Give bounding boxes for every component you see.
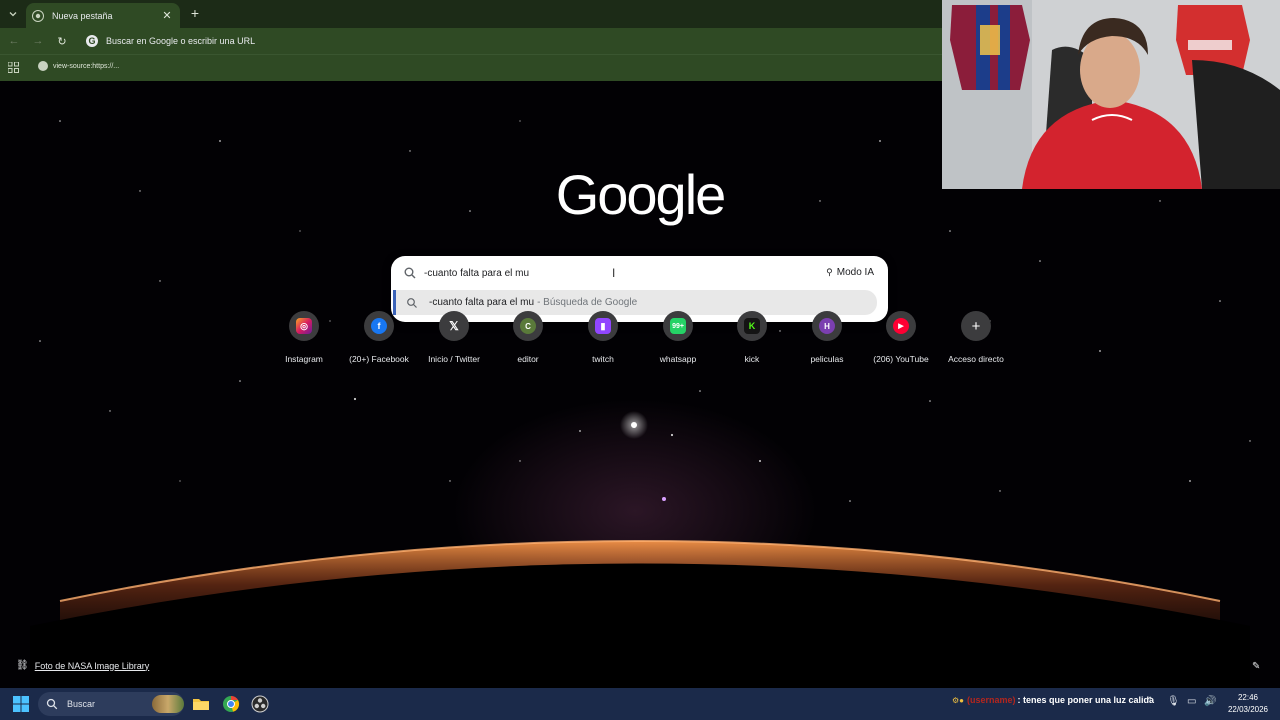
webcam-feed: [942, 0, 1280, 189]
volume-icon[interactable]: 🔊: [1204, 696, 1216, 707]
address-bar-placeholder: Buscar en Google o escribir una URL: [106, 36, 256, 46]
shortcut-label: twitch: [592, 354, 614, 364]
ai-mode-label: Modo IA: [836, 266, 874, 278]
search-icon: [407, 297, 417, 308]
background-credit-link[interactable]: ⛓ Foto de NASA Image Library: [16, 660, 149, 671]
stream-chat-message: ⚙● (username) : tenes que poner una luz …: [952, 693, 1154, 707]
taskbar-search-label: Buscar: [67, 699, 96, 709]
shortcut-icon-bg: ▮: [588, 311, 618, 341]
shortcut-icon-bg: 𝕏: [439, 311, 469, 341]
file-explorer-icon[interactable]: [191, 694, 211, 714]
shortcut-icon-bg: f: [364, 311, 394, 341]
google-logo: Google: [555, 163, 727, 226]
youtube-icon: ▶: [893, 318, 909, 334]
shortcut-facebook[interactable]: f (20+) Facebook: [341, 311, 417, 371]
shortcut-kick[interactable]: K kick: [714, 311, 790, 371]
bookmark-view-source[interactable]: view-source:https://...: [38, 61, 119, 71]
shortcut-label: Instagram: [285, 354, 323, 364]
chevron-up-icon[interactable]: ⌃: [1146, 696, 1154, 707]
shortcut-icon-bg: +: [961, 311, 991, 341]
bookmark-label: view-source:https://...: [53, 62, 120, 70]
shortcut-youtube[interactable]: ▶ (206) YouTube: [863, 311, 939, 371]
shortcut-editor[interactable]: C editor: [490, 311, 566, 371]
shortcut-icon-bg: C: [513, 311, 543, 341]
shortcut-icon-bg: K: [737, 311, 767, 341]
shortcut-label: whatsapp: [659, 354, 697, 364]
google-g-icon: G: [86, 35, 98, 47]
chrome-icon: [32, 9, 44, 22]
windows-start-icon[interactable]: [13, 696, 29, 712]
shortcut-label: (20+) Facebook: [349, 354, 409, 364]
system-clock[interactable]: 22:46 22/03/2026: [1222, 692, 1274, 716]
whatsapp-icon: 99+: [670, 318, 686, 334]
search-highlight-image: [152, 695, 184, 713]
new-tab-button[interactable]: +: [188, 5, 202, 21]
search-icon: [404, 267, 416, 279]
shortcut-icon-bg: ◎: [289, 311, 319, 341]
ai-mode-button[interactable]: ⚲ Modo IA: [820, 262, 880, 282]
chat-badge-icon: ⚙●: [952, 695, 965, 705]
tab-nueva-pestana[interactable]: Nueva pestaña ✕: [26, 3, 180, 28]
microphone-icon[interactable]: 🎙: [1167, 696, 1180, 707]
network-icon[interactable]: ▭: [1187, 696, 1196, 707]
shortcut-label: peliculas: [810, 354, 844, 364]
shortcut-tiles: ◎ Instagram f (20+) Facebook 𝕏 Inicio / …: [266, 311, 1014, 371]
back-arrow-icon[interactable]: ←: [6, 33, 22, 49]
shortcut-icon-bg: 99+: [663, 311, 693, 341]
suggestion-text: -cuanto falta para el mu: [429, 297, 535, 308]
windows-taskbar: Buscar ⚙● (username) : tenes que poner u…: [0, 688, 1280, 720]
shortcut-whatsapp[interactable]: 99+ whatsapp: [640, 311, 716, 371]
shortcut-label: kick: [744, 354, 760, 364]
shortcut-label: Acceso directo: [948, 354, 1004, 364]
letter-c-icon: C: [520, 318, 536, 334]
background-credit-text: Foto de NASA Image Library: [34, 660, 150, 671]
obs-icon[interactable]: [250, 694, 270, 714]
ai-sparkle-search-icon: ⚲: [826, 266, 833, 277]
chrome-icon[interactable]: [221, 694, 241, 714]
letter-h-icon: H: [819, 318, 835, 334]
shortcut-label: Inicio / Twitter: [428, 354, 480, 364]
tab-search-button[interactable]: [4, 5, 22, 23]
shortcut-twitch[interactable]: ▮ twitch: [565, 311, 641, 371]
facebook-icon: f: [371, 318, 387, 334]
shortcut-icon-bg: H: [812, 311, 842, 341]
kick-icon: K: [744, 318, 760, 334]
suggestion-source: - Búsqueda de Google: [537, 297, 638, 308]
shortcut-label: (206) YouTube: [873, 354, 929, 364]
pencil-icon[interactable]: ✎: [1252, 661, 1264, 673]
address-bar[interactable]: G Buscar en Google o escribir una URL: [80, 30, 940, 52]
chat-message-text: : tenes que poner una luz calida: [1017, 695, 1155, 705]
close-tab-icon[interactable]: ✕: [160, 9, 174, 22]
shortcut-peliculas[interactable]: H peliculas: [789, 311, 865, 371]
text-cursor-icon: I: [612, 266, 616, 280]
chevron-down-icon: [9, 12, 17, 17]
shortcut-instagram[interactable]: ◎ Instagram: [266, 311, 342, 371]
shortcut-icon-bg: ▶: [886, 311, 916, 341]
apps-grid-icon[interactable]: [8, 62, 19, 73]
search-icon: [46, 698, 58, 710]
x-icon: 𝕏: [449, 319, 459, 333]
clock-time: 22:46: [1237, 693, 1259, 702]
reload-icon[interactable]: ↻: [54, 33, 70, 49]
webcam-overlay: [942, 0, 1280, 189]
taskbar-search[interactable]: Buscar: [38, 692, 184, 716]
clock-date: 22/03/2026: [1227, 705, 1269, 714]
twitch-icon: ▮: [595, 318, 611, 334]
chat-username: (username): [967, 695, 1016, 705]
plus-icon: +: [971, 317, 981, 335]
link-icon: ⛓: [16, 660, 29, 671]
shortcut-label: editor: [517, 354, 539, 364]
globe-icon: [38, 61, 48, 71]
tab-title: Nueva pestaña: [52, 10, 113, 21]
instagram-icon: ◎: [296, 318, 312, 334]
shortcut-twitter[interactable]: 𝕏 Inicio / Twitter: [416, 311, 492, 371]
shortcut-add[interactable]: + Acceso directo: [938, 311, 1014, 371]
forward-arrow-icon[interactable]: →: [30, 33, 46, 49]
